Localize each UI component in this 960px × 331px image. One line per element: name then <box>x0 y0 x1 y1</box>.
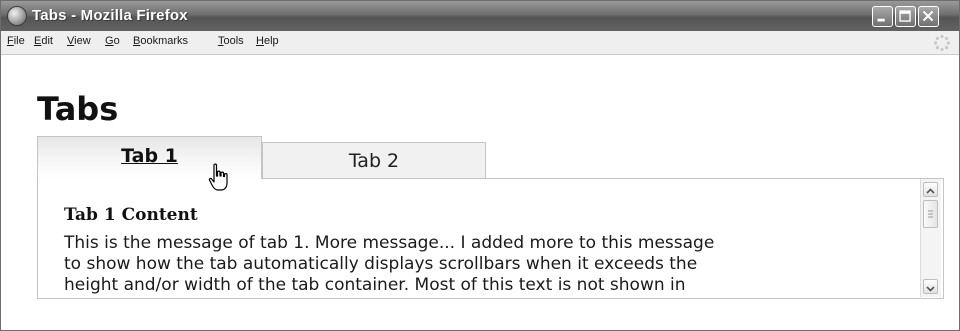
grip-icon <box>928 210 933 218</box>
tab-2[interactable]: Tab 2 <box>262 142 486 179</box>
menu-bar: File Edit View Go Bookmarks Tools Help <box>1 31 959 55</box>
menu-bookmarks-label: ookmarks <box>140 35 189 47</box>
panel-text-line: This is the message of tab 1. More messa… <box>64 233 715 253</box>
browser-window: Tabs - Mozilla Firefox File Edit View Go… <box>0 0 960 331</box>
panel-text-line: height and/or width of the tab container… <box>64 275 686 295</box>
menu-go-key: G <box>105 35 114 47</box>
menu-go-label: o <box>113 35 120 47</box>
page-title: Tabs <box>37 90 119 128</box>
menu-file-label: ile <box>13 35 25 47</box>
maximize-icon <box>899 10 911 22</box>
maximize-button[interactable] <box>895 6 916 27</box>
window-title: Tabs - Mozilla Firefox <box>32 7 188 24</box>
close-icon <box>922 10 934 22</box>
panel-text-line: to show how the tab automatically displa… <box>64 254 698 274</box>
close-button[interactable] <box>918 6 939 27</box>
title-bar[interactable]: Tabs - Mozilla Firefox <box>1 1 959 31</box>
menu-file[interactable]: File <box>7 35 25 47</box>
panel-heading: Tab 1 Content <box>64 205 198 225</box>
scroll-down-button[interactable] <box>923 279 938 294</box>
tab-1-label: Tab 1 <box>121 145 178 167</box>
panel-text: This is the message of tab 1. More messa… <box>64 233 904 296</box>
scroll-thumb[interactable] <box>923 200 938 228</box>
tab-2-label: Tab 2 <box>348 150 400 172</box>
menu-help-key: H <box>256 35 264 47</box>
scroll-up-button[interactable] <box>923 182 938 197</box>
tab-panel: Tab 1 Content This is the message of tab… <box>37 178 944 299</box>
minimize-button[interactable] <box>872 6 893 27</box>
menu-view-label: iew <box>74 35 91 47</box>
menu-tools[interactable]: Tools <box>218 35 244 47</box>
menu-help[interactable]: Help <box>256 35 279 47</box>
menu-view[interactable]: View <box>67 35 91 47</box>
hand-pointer-cursor-icon <box>208 163 228 191</box>
chevron-down-icon <box>926 286 935 292</box>
menu-file-key: F <box>7 35 14 47</box>
menu-edit-label: dit <box>41 35 53 47</box>
firefox-icon <box>7 6 27 26</box>
menu-bookmarks[interactable]: Bookmarks <box>133 35 188 47</box>
menu-help-label: elp <box>263 35 279 47</box>
menu-tools-label: ools <box>223 35 244 47</box>
throbber-icon <box>933 34 951 52</box>
panel-scrollbar[interactable] <box>920 179 941 297</box>
chevron-up-icon <box>926 188 935 194</box>
minimize-icon <box>877 18 885 22</box>
menu-go[interactable]: Go <box>105 35 120 47</box>
menu-edit[interactable]: Edit <box>34 35 53 47</box>
